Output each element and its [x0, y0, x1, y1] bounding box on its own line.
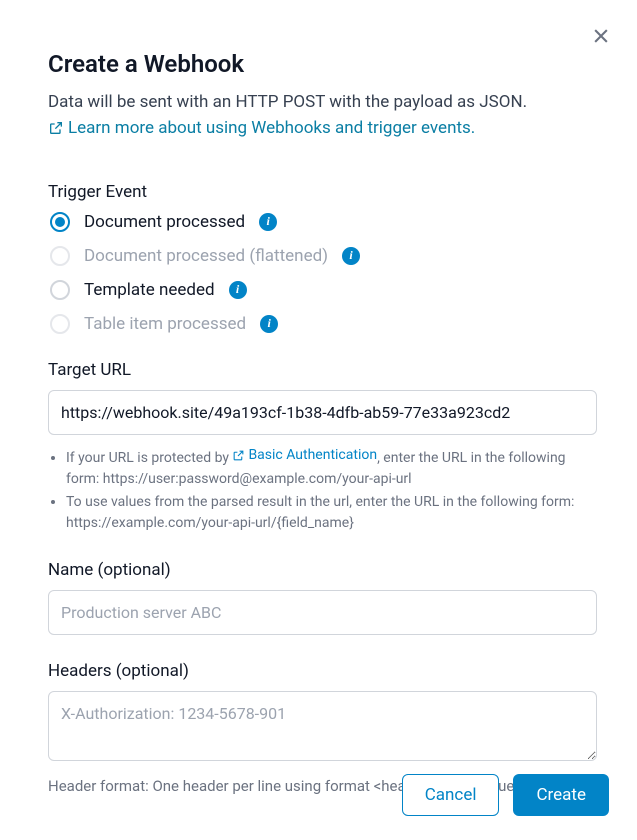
- external-link-icon: [48, 120, 64, 136]
- radio-icon: [50, 314, 70, 334]
- create-webhook-modal: Create a Webhook Data will be sent with …: [0, 0, 637, 840]
- cancel-button[interactable]: Cancel: [402, 774, 500, 816]
- info-icon[interactable]: i: [229, 281, 247, 299]
- target-url-hints: If your URL is protected by Basic Authen…: [48, 445, 597, 534]
- radio-label: Document processed (flattened): [84, 246, 328, 266]
- hint-parsed-values: To use values from the parsed result in …: [66, 492, 597, 534]
- external-link-icon: [232, 449, 245, 462]
- modal-description: Data will be sent with an HTTP POST with…: [48, 90, 597, 116]
- radio-option-document-processed-flattened: Document processed (flattened) i: [50, 246, 597, 266]
- hint-basic-auth: If your URL is protected by Basic Authen…: [66, 445, 597, 490]
- trigger-event-label: Trigger Event: [48, 182, 597, 202]
- basic-auth-link[interactable]: Basic Authentication: [232, 445, 377, 466]
- radio-label: Table item processed: [84, 314, 246, 334]
- target-url-input[interactable]: [48, 390, 597, 435]
- radio-label: Document processed: [84, 212, 245, 232]
- radio-option-template-needed[interactable]: Template needed i: [50, 280, 597, 300]
- name-input[interactable]: [48, 590, 597, 635]
- target-url-label: Target URL: [48, 360, 597, 380]
- create-button[interactable]: Create: [513, 774, 609, 816]
- radio-icon: [50, 246, 70, 266]
- info-icon[interactable]: i: [259, 213, 277, 231]
- headers-textarea[interactable]: [48, 691, 597, 761]
- radio-label: Template needed: [84, 280, 215, 300]
- radio-option-document-processed[interactable]: Document processed i: [50, 212, 597, 232]
- close-icon[interactable]: [589, 24, 613, 48]
- headers-label: Headers (optional): [48, 661, 597, 681]
- learn-more-link[interactable]: Learn more about using Webhooks and trig…: [48, 118, 475, 138]
- radio-icon: [50, 280, 70, 300]
- modal-footer: Cancel Create: [402, 774, 609, 816]
- radio-option-table-item-processed: Table item processed i: [50, 314, 597, 334]
- name-label: Name (optional): [48, 560, 597, 580]
- modal-title: Create a Webhook: [48, 50, 597, 78]
- info-icon[interactable]: i: [260, 315, 278, 333]
- trigger-event-radio-group: Document processed i Document processed …: [48, 212, 597, 334]
- radio-icon: [50, 212, 70, 232]
- info-icon[interactable]: i: [342, 247, 360, 265]
